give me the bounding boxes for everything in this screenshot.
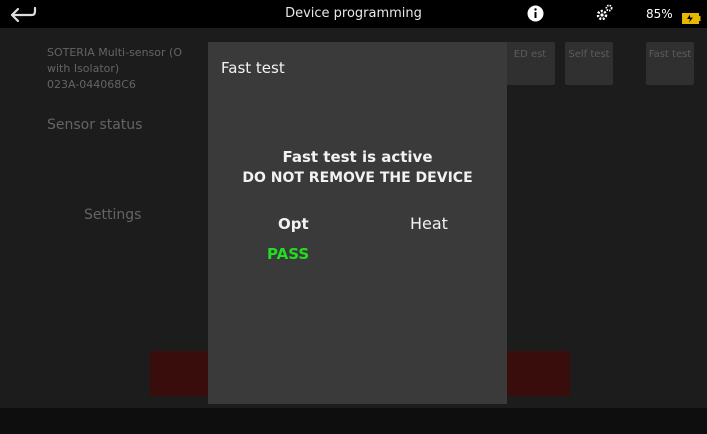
status-bar: Device programming 85% bbox=[0, 0, 707, 28]
gear-icon[interactable] bbox=[594, 3, 614, 23]
opt-result-badge: PASS bbox=[267, 245, 310, 263]
bottom-strip bbox=[0, 408, 707, 434]
battery-percent: 85% bbox=[646, 7, 673, 21]
battery-icon bbox=[682, 9, 701, 24]
active-message: Fast test is active bbox=[282, 148, 433, 166]
heat-column-label: Heat bbox=[410, 214, 448, 233]
fast-test-dialog: Fast test Fast test is active DO NOT REM… bbox=[208, 42, 507, 404]
info-icon[interactable] bbox=[527, 5, 544, 22]
opt-column-label: Opt bbox=[278, 215, 309, 233]
dialog-title: Fast test bbox=[221, 59, 285, 77]
warning-message: DO NOT REMOVE THE DEVICE bbox=[242, 170, 473, 186]
